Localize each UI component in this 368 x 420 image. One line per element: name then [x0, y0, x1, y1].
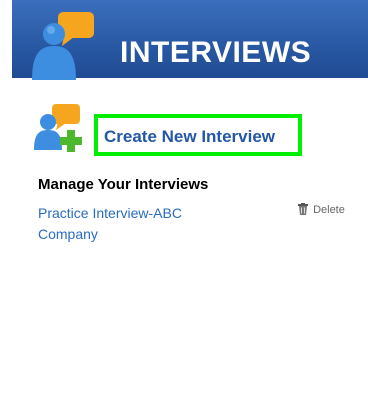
create-new-interview-link[interactable]: Create New Interview: [104, 127, 275, 147]
manage-interviews-heading: Manage Your Interviews: [38, 176, 209, 193]
add-interview-icon[interactable]: [34, 104, 86, 152]
interview-people-icon: [32, 10, 122, 80]
trash-icon: [298, 203, 313, 216]
delete-label: Delete: [313, 204, 345, 216]
page-header: INTERVIEWS: [12, 0, 368, 80]
delete-interview-button[interactable]: Delete: [298, 203, 345, 217]
page-title: INTERVIEWS: [120, 36, 312, 69]
interview-item-link[interactable]: Practice Interview-ABC Company: [38, 203, 238, 245]
